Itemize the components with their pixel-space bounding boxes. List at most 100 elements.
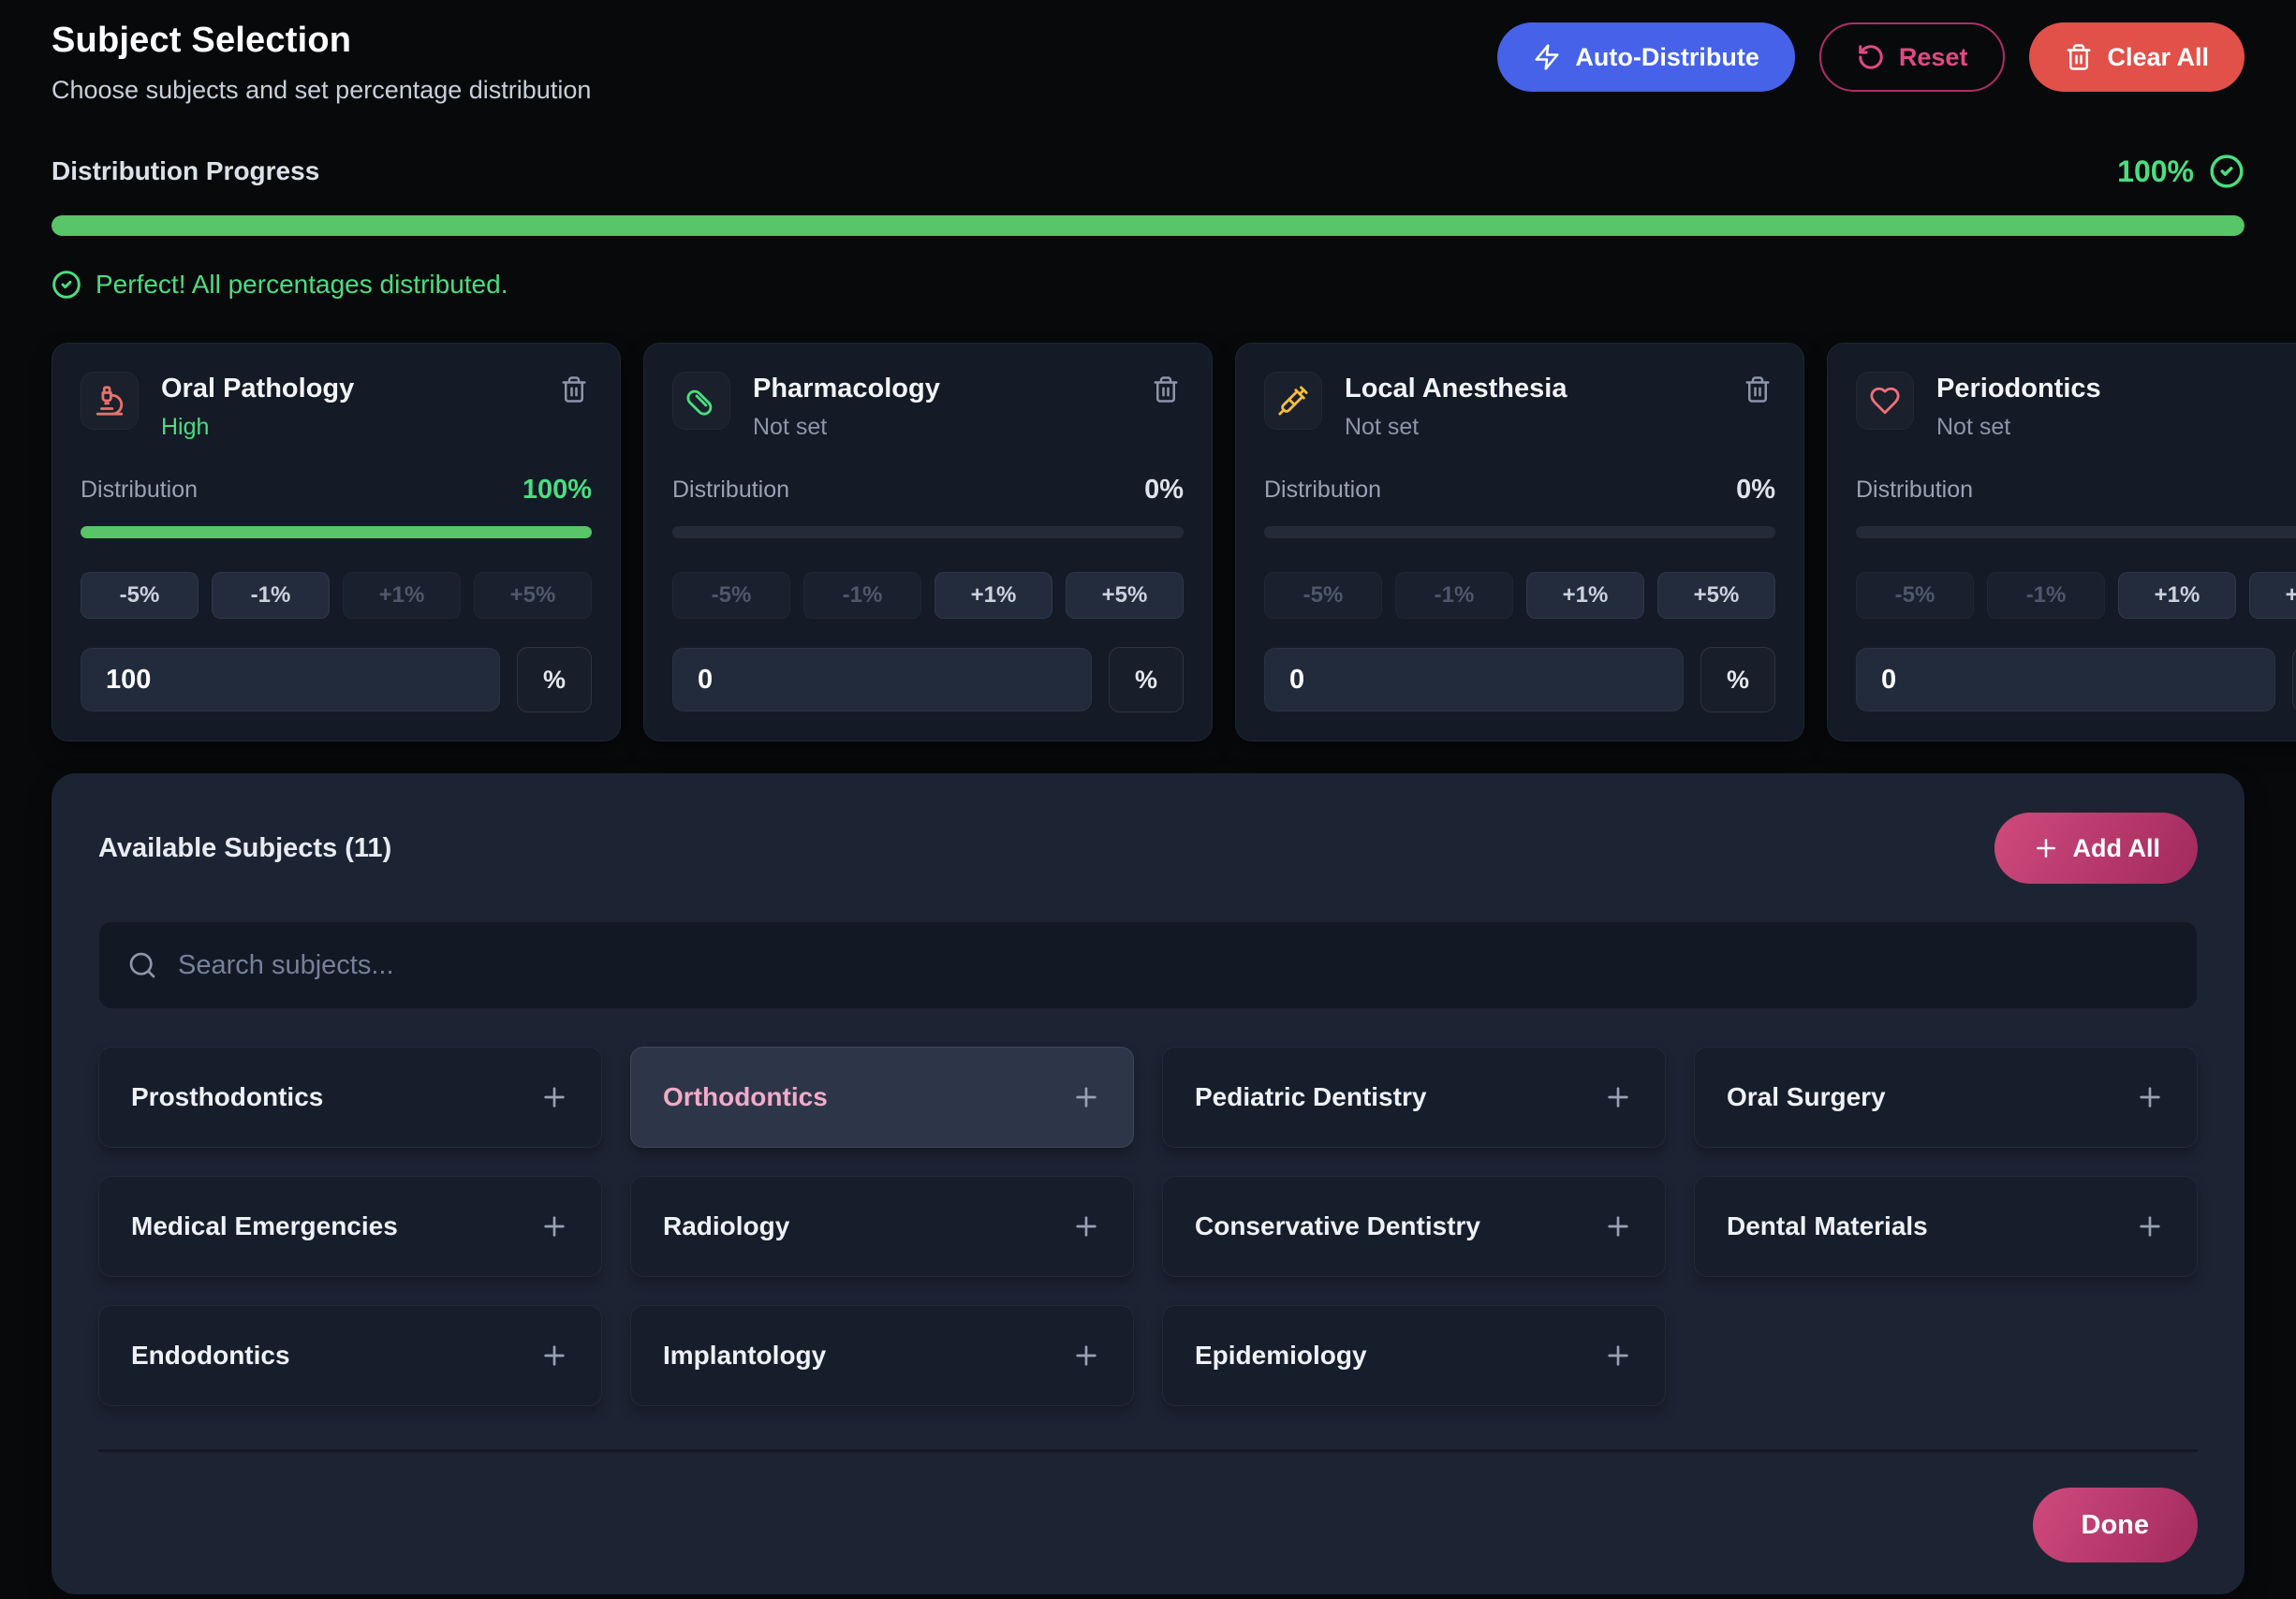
add-subject-button[interactable]	[1603, 1211, 1633, 1241]
subject-progress-bar	[672, 526, 1184, 538]
subject-chip-label: Medical Emergencies	[131, 1211, 398, 1241]
plus-icon	[1603, 1082, 1633, 1112]
subject-card-title: Periodontics	[1936, 374, 2296, 404]
trash-icon	[1152, 375, 1180, 403]
subject-chip[interactable]: Conservative Dentistry	[1162, 1176, 1666, 1277]
subject-chip[interactable]: Endodontics	[98, 1305, 602, 1406]
add-subject-button[interactable]	[1603, 1341, 1633, 1371]
header-titles: Subject Selection Choose subjects and se…	[52, 15, 591, 105]
distribution-progress-section: Distribution Progress 100% Perfect! All …	[52, 154, 2244, 300]
subject-chip-label: Epidemiology	[1195, 1341, 1367, 1371]
add-subject-button[interactable]	[539, 1082, 569, 1112]
add-subject-button[interactable]	[539, 1341, 569, 1371]
add-subject-button[interactable]	[2135, 1082, 2165, 1112]
percentage-input[interactable]	[672, 648, 1092, 711]
subject-chip[interactable]: Epidemiology	[1162, 1305, 1666, 1406]
check-circle-icon	[52, 270, 81, 300]
subject-card: Local Anesthesia Not set Distribution 0%…	[1235, 343, 1804, 741]
heart-icon	[1856, 372, 1914, 430]
increase-5-button[interactable]: +5%	[1066, 572, 1184, 619]
microscope-icon	[81, 372, 139, 430]
distribution-progress-label: Distribution Progress	[52, 156, 319, 186]
subject-progress-fill	[81, 526, 592, 538]
subject-chip-label: Endodontics	[131, 1341, 290, 1371]
percentage-input[interactable]	[81, 648, 500, 711]
plus-icon	[1071, 1082, 1101, 1112]
increase-5-button[interactable]: +5%	[474, 572, 592, 619]
check-circle-icon	[2209, 154, 2244, 189]
add-subject-button[interactable]	[2135, 1211, 2165, 1241]
decrease-5-button[interactable]: -5%	[1264, 572, 1382, 619]
subject-chip-label: Dental Materials	[1727, 1211, 1928, 1241]
trash-icon	[2065, 43, 2093, 71]
decrease-1-button[interactable]: -1%	[803, 572, 921, 619]
rotate-ccw-icon	[1857, 43, 1885, 71]
auto-distribute-label: Auto-Distribute	[1575, 43, 1759, 72]
percentage-input[interactable]	[1264, 648, 1684, 711]
subject-percent-value: 0%	[1144, 475, 1184, 506]
subject-card-title: Pharmacology	[753, 374, 1126, 404]
plus-icon	[539, 1082, 569, 1112]
plus-icon	[2135, 1211, 2165, 1241]
subject-progress-bar	[1856, 526, 2296, 538]
distribution-label: Distribution	[1856, 477, 1973, 504]
done-button[interactable]: Done	[2033, 1488, 2199, 1562]
distribution-label: Distribution	[81, 477, 198, 504]
subject-chip[interactable]: Oral Surgery	[1694, 1047, 2198, 1148]
plus-icon	[539, 1341, 569, 1371]
subject-chip[interactable]: Dental Materials	[1694, 1176, 2198, 1277]
distribution-label: Distribution	[672, 477, 789, 504]
pill-icon	[672, 372, 730, 430]
percentage-input[interactable]	[1856, 648, 2275, 711]
subject-status: Not set	[1936, 414, 2296, 441]
remove-subject-button[interactable]	[1148, 372, 1184, 407]
subject-progress-bar	[81, 526, 592, 538]
plus-icon	[2032, 834, 2060, 862]
search-bar[interactable]	[98, 921, 2198, 1009]
search-input[interactable]	[178, 950, 2169, 981]
decrease-1-button[interactable]: -1%	[212, 572, 330, 619]
add-subject-button[interactable]	[1071, 1211, 1101, 1241]
plus-icon	[2135, 1082, 2165, 1112]
decrease-1-button[interactable]: -1%	[1395, 572, 1513, 619]
increase-1-button[interactable]: +1%	[343, 572, 461, 619]
subject-status: High	[161, 414, 534, 441]
percent-unit-label: %	[2292, 647, 2296, 712]
add-subject-button[interactable]	[539, 1211, 569, 1241]
subject-selection-page: Subject Selection Choose subjects and se…	[0, 0, 2296, 1594]
search-icon	[127, 950, 157, 980]
subject-card: Oral Pathology High Distribution 100% -5…	[52, 343, 621, 741]
subject-chip[interactable]: Medical Emergencies	[98, 1176, 602, 1277]
subject-chip[interactable]: Implantology	[630, 1305, 1134, 1406]
decrease-5-button[interactable]: -5%	[1856, 572, 1974, 619]
add-all-button[interactable]: Add All	[1994, 813, 2199, 884]
decrease-1-button[interactable]: -1%	[1987, 572, 2105, 619]
subject-chip[interactable]: Pediatric Dentistry	[1162, 1047, 1666, 1148]
subject-chip[interactable]: Radiology	[630, 1176, 1134, 1277]
reset-button[interactable]: Reset	[1819, 22, 2006, 92]
subject-chip[interactable]: Orthodontics	[630, 1047, 1134, 1148]
increase-1-button[interactable]: +1%	[935, 572, 1052, 619]
auto-distribute-button[interactable]: Auto-Distribute	[1497, 22, 1794, 92]
decrease-5-button[interactable]: -5%	[81, 572, 199, 619]
remove-subject-button[interactable]	[556, 372, 592, 407]
subject-card-title: Local Anesthesia	[1345, 374, 1717, 404]
subject-card: Pharmacology Not set Distribution 0% -5%…	[643, 343, 1213, 741]
add-subject-button[interactable]	[1071, 1082, 1101, 1112]
increase-1-button[interactable]: +1%	[2118, 572, 2236, 619]
increase-5-button[interactable]: +5%	[1657, 572, 1775, 619]
clear-all-button[interactable]: Clear All	[2029, 22, 2244, 92]
increase-1-button[interactable]: +1%	[1526, 572, 1644, 619]
plus-icon	[1071, 1211, 1101, 1241]
success-message-text: Perfect! All percentages distributed.	[96, 270, 508, 300]
plus-icon	[1603, 1211, 1633, 1241]
add-subject-button[interactable]	[1603, 1082, 1633, 1112]
subject-chip[interactable]: Prosthodontics	[98, 1047, 602, 1148]
page-header: Subject Selection Choose subjects and se…	[52, 15, 2244, 105]
decrease-5-button[interactable]: -5%	[672, 572, 790, 619]
remove-subject-button[interactable]	[1740, 372, 1775, 407]
increase-5-button[interactable]: +5%	[2249, 572, 2296, 619]
subject-chip-label: Oral Surgery	[1727, 1082, 1886, 1112]
add-subject-button[interactable]	[1071, 1341, 1101, 1371]
percent-unit-label: %	[1109, 647, 1184, 712]
